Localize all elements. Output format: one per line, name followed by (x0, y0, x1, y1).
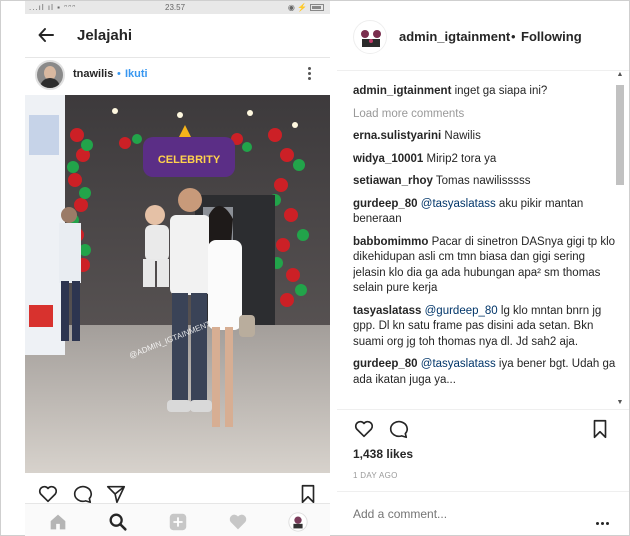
comment-text: inget ga siapa ini? (454, 85, 548, 97)
separator-dot: • (511, 29, 516, 44)
profile-logo-icon (355, 22, 386, 53)
list-item: erna.sulistyarini Nawilis (353, 129, 619, 145)
status-right-indicators: ◉ ⚡ (288, 3, 324, 12)
comment-username[interactable]: admin_igtainment (353, 85, 451, 97)
comment-text: Tomas nawilisssss (435, 175, 531, 187)
separator-dot: • (117, 68, 121, 80)
list-item: babbomimmo Pacar di sinetron DASnya gigi… (353, 235, 619, 297)
home-icon[interactable] (47, 511, 69, 533)
list-item: gurdeep_80 @tasyaslatass iya bener bgt. … (353, 357, 619, 388)
list-item: setiawan_rhoy Tomas nawilisssss (353, 174, 619, 190)
list-item: tasyaslatass @gurdeep_80 lg klo mntan bn… (353, 304, 619, 351)
comment-bubble-icon[interactable] (71, 483, 93, 505)
scrollbar-thumb[interactable] (616, 85, 624, 185)
mention-link[interactable]: @tasyaslatass (421, 358, 496, 370)
comments-panel: admin_igtainment • Following admin_igtai… (337, 1, 629, 536)
profile-icon[interactable] (287, 511, 309, 533)
scroll-up-icon[interactable]: ▲ (615, 71, 625, 81)
comments-list: admin_igtainment inget ga siapa ini? Loa… (353, 84, 619, 409)
status-bar: ...ıl ıl ▪ ᵔᵔᵔ 23.57 ◉ ⚡ (25, 1, 330, 14)
post-actions (25, 481, 330, 505)
comment-username[interactable]: setiawan_rhoy (353, 175, 433, 187)
mention-link[interactable]: @tasyaslatass (421, 198, 496, 210)
panel-header: admin_igtainment • Following (337, 1, 629, 71)
follow-button[interactable]: Ikuti (125, 68, 148, 80)
list-item: widya_10001 Mirip2 tora ya (353, 152, 619, 168)
post-username[interactable]: admin_igtainment (399, 29, 510, 44)
photo-illustration: CELEBRITY @ADMIN_IGTAINMENT (25, 95, 330, 473)
activity-heart-icon[interactable] (227, 511, 249, 533)
page-title: Jelajahi (77, 27, 133, 44)
post-header: tnawilis • Ikuti (25, 58, 330, 92)
likes-count[interactable]: 1,438 likes (353, 447, 413, 461)
heart-icon[interactable] (353, 418, 375, 440)
phone-screenshot: ...ıl ıl ▪ ᵔᵔᵔ 23.57 ◉ ⚡ Jelajahi tnawil… (25, 1, 330, 536)
window-frame: ...ıl ıl ▪ ᵔᵔᵔ 23.57 ◉ ⚡ Jelajahi tnawil… (0, 0, 630, 536)
more-vertical-icon[interactable] (308, 67, 312, 81)
post-photo[interactable]: CELEBRITY @ADMIN_IGTAINMENT (25, 95, 330, 473)
bookmark-icon[interactable] (589, 418, 611, 440)
add-icon[interactable] (167, 511, 189, 533)
bottom-nav (25, 503, 330, 536)
comment-username[interactable]: gurdeep_80 (353, 358, 418, 370)
following-button[interactable]: Following (521, 29, 582, 44)
signal-indicators: ...ıl ıl ▪ ᵔᵔᵔ (29, 3, 77, 12)
arrow-left-icon[interactable] (37, 26, 55, 44)
comment-username[interactable]: erna.sulistyarini (353, 130, 441, 142)
post-timestamp: 1 DAY AGO (353, 471, 398, 480)
avatar[interactable] (35, 60, 65, 90)
comment-text: Mirip2 tora ya (426, 152, 497, 165)
send-icon[interactable] (105, 483, 127, 505)
comment-text: Nawilis (444, 130, 481, 142)
list-item: gurdeep_80 @tasyaslatass aku pikir manta… (353, 197, 619, 228)
search-icon[interactable] (107, 511, 129, 533)
post-actions (337, 409, 629, 449)
comment-username[interactable]: babbomimmo (353, 236, 428, 248)
caption: admin_igtainment inget ga siapa ini? (353, 84, 619, 100)
comments-scrollbar[interactable]: ▲ ▼ (615, 71, 625, 409)
scroll-down-icon[interactable]: ▼ (615, 399, 625, 409)
heart-icon[interactable] (37, 483, 59, 505)
status-time: 23.57 (165, 3, 186, 12)
svg-text:CELEBRITY: CELEBRITY (158, 154, 221, 166)
avatar[interactable] (353, 20, 387, 54)
battery-icon (310, 4, 324, 12)
comment-bubble-icon[interactable] (387, 418, 409, 440)
app-bar: Jelajahi (25, 14, 330, 58)
comment-username[interactable]: tasyaslatass (353, 305, 421, 317)
bookmark-icon[interactable] (297, 483, 319, 505)
add-comment-bar (337, 491, 629, 536)
comment-username[interactable]: gurdeep_80 (353, 198, 418, 210)
add-comment-input[interactable] (353, 507, 573, 521)
comment-username[interactable]: widya_10001 (353, 153, 423, 165)
load-more-comments-button[interactable]: Load more comments (353, 107, 619, 123)
post-username[interactable]: tnawilis (73, 68, 113, 80)
more-horizontal-icon[interactable] (594, 512, 609, 530)
mention-link[interactable]: @gurdeep_80 (425, 305, 498, 317)
